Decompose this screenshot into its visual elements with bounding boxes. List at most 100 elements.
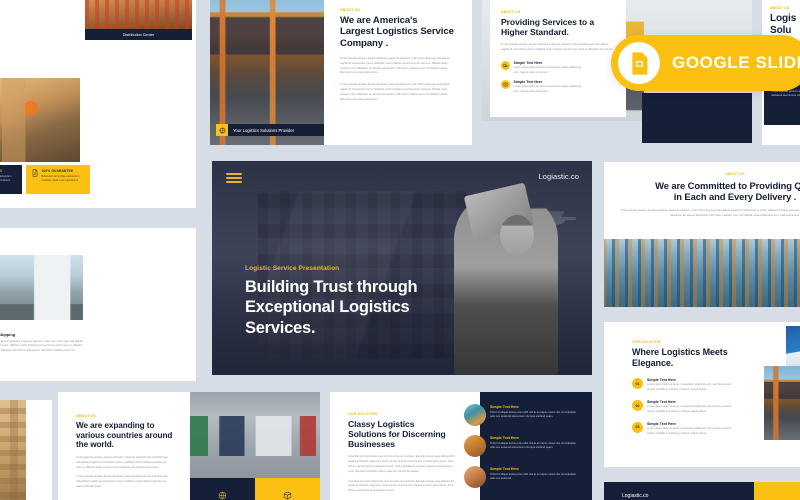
truck-icon xyxy=(501,60,510,70)
classy-item-desc: Tortor id aliquet lectus proin nibh nisl… xyxy=(490,410,576,419)
google-slide-badge[interactable]: GOOGLE SLIDE xyxy=(611,35,800,91)
classy-item-desc: Tortor id aliquet lectus proin nibh nisl… xyxy=(490,472,576,481)
feature-desc: Lorem ipsum dolor sit amet consectetur m… xyxy=(513,84,582,93)
tagline-bar: Your Logistics Solutions Provider xyxy=(216,124,324,136)
slide-committed-quality[interactable]: ABOUT US We are Committed to Providing Q… xyxy=(604,162,800,307)
badge-label: GOOGLE SLIDE xyxy=(672,53,800,72)
google-slides-document-icon xyxy=(631,51,647,75)
classy-item-thumb xyxy=(464,435,486,457)
classy-item-title: Simple Text Here xyxy=(490,467,519,471)
america-title-2: Largest Logistics Service xyxy=(340,26,454,38)
slide-largest-logistics-company[interactable]: Your Logistics Solutions Provider ABOUT … xyxy=(210,0,472,145)
standard-paragraph: Turpis egestas pretium aenean pharetra m… xyxy=(501,43,614,52)
classy-paragraph-2: Imperdiet proin fermentum leo vel orci p… xyxy=(348,479,455,493)
key-card-guarantee-desc: Bibendum arcu vitae elementum curabitur … xyxy=(41,174,80,182)
hero-logo[interactable]: Logiastic.co xyxy=(538,172,579,181)
committed-eyebrow: ABOUT US xyxy=(725,172,745,176)
standard-title-1: Providing Services to a xyxy=(501,17,595,27)
hero-title-line-1: Building Trust through xyxy=(245,277,418,296)
international-shipping-paragraph: Turpis egestas pretium aenean pharetra m… xyxy=(0,339,83,353)
expanding-title-1: We are expanding to xyxy=(76,421,155,430)
slide-classy-logistics[interactable]: OUR SOLUTION Classy Logistics Solutions … xyxy=(330,392,592,500)
elegance-item-desc: Lorem ipsum dolor sit amet, consectetur … xyxy=(647,383,732,392)
expanding-title-3: the world. xyxy=(76,440,114,450)
expanding-paragraph-1: Turpis egestas pretium aenean pharetra m… xyxy=(76,456,168,469)
classy-item-thumb xyxy=(464,404,486,426)
slide-hero-building-trust[interactable]: Logiastic.co Logistic Service Presentati… xyxy=(212,161,592,375)
photo-stacked-boxes xyxy=(0,400,26,500)
expanding-paragraph-2: Turpis egestas pretium aenean pharetra m… xyxy=(76,475,168,488)
classy-title-3: Businesses xyxy=(348,439,395,450)
committed-title-2: in Each and Every Delivery . xyxy=(673,191,797,203)
classy-eyebrow: OUR SOLUTION xyxy=(348,412,378,416)
slide-footer-strip[interactable]: Logiastic.co xyxy=(604,482,800,500)
key-card-easy-tracking-desc: Bibendum arcu vitae elementum curabitur … xyxy=(0,174,12,182)
classy-title-2: Solutions for Discerning xyxy=(348,429,446,440)
feature-desc: Lorem ipsum dolor sit amet consectetur m… xyxy=(513,66,582,74)
classy-dark-panel: Simple Text Here Tortor id aliquet lectu… xyxy=(464,392,592,500)
footer-yellow-block xyxy=(754,482,800,500)
globe-grid-icon xyxy=(216,124,228,136)
key-card-guarantee[interactable]: 100% GUARANTEE Bibendum arcu vitae eleme… xyxy=(26,165,90,194)
standard-eyebrow: ABOUT US xyxy=(501,10,521,14)
photo-crane-small xyxy=(764,366,800,440)
feature-title: Simple Text Here xyxy=(513,60,543,65)
feature-row[interactable]: Simple Text Here Lorem ipsum dolor sit a… xyxy=(501,79,615,95)
slide-boxes-partial[interactable] xyxy=(0,400,52,500)
photo-container-yard xyxy=(190,392,320,478)
hero-title-line-2: Exceptional Logistics xyxy=(245,298,410,317)
key-card-guarantee-title: 100% GUARANTEE xyxy=(41,169,74,173)
package-icon xyxy=(283,491,292,499)
slide-expanding-countries[interactable]: ABOUT US We are expanding to various cou… xyxy=(58,392,320,500)
expanding-eyebrow: ABOUT US xyxy=(76,414,96,418)
elegance-title-2: Elegance. xyxy=(632,357,674,368)
package-icon xyxy=(501,79,510,89)
key-card-easy-tracking-title: EASY TRACKING xyxy=(0,169,3,173)
elegance-item-title: Simple Text Here xyxy=(647,400,676,404)
elegance-item-number: 03 xyxy=(632,421,643,433)
elegance-eyebrow: OUR SOLUTION xyxy=(632,340,661,344)
hero-title-line-3: Services. xyxy=(245,319,316,338)
america-title-3: Company . xyxy=(340,37,389,49)
classy-item-desc: Tortor id aliquet lectus proin nibh nisl… xyxy=(490,441,576,450)
solutions-title-1: Logis xyxy=(770,13,797,24)
hero-eyebrow: Logistic Service Presentation xyxy=(245,264,340,272)
footer-logo: Logiastic.co xyxy=(622,493,649,499)
solutions-eyebrow: ABOUT US xyxy=(770,6,790,10)
tagline-text: Your Logistics Solutions Provider xyxy=(228,124,324,136)
international-shipping-title: International Shipping xyxy=(0,332,16,337)
classy-item-thumb xyxy=(464,466,486,488)
photo-warehouse-worker xyxy=(0,78,80,162)
key-card-easy-tracking[interactable]: EASY TRACKING Bibendum arcu vitae elemen… xyxy=(0,165,22,194)
elegance-item-title: Simple Text Here xyxy=(647,421,676,426)
committed-paragraph: Turpis egestas pretium aenean pharetra m… xyxy=(620,209,800,217)
classy-item-title: Simple Text Here xyxy=(490,405,519,409)
slide-template-preview-board: Distribution Center Transportation Turpi… xyxy=(0,0,800,500)
elegance-item-title: Simple Text Here xyxy=(647,378,676,383)
higher-standard-dark-block xyxy=(642,93,752,143)
elegance-item-number: 02 xyxy=(632,400,643,411)
slide-logistics-elegance[interactable]: OUR SOLUTION Where Logistics Meets Elega… xyxy=(604,322,800,467)
elegance-item-number: 01 xyxy=(632,378,643,390)
caption-distribution-center: Distribution Center xyxy=(85,29,192,40)
america-paragraph-1: Turpis egestas pretium aenean pharetra m… xyxy=(340,56,450,75)
hamburger-menu-icon[interactable] xyxy=(226,173,242,183)
photo-port-crane: Your Logistics Solutions Provider xyxy=(210,0,324,145)
feature-row[interactable]: Simple Text Here Lorem ipsum dolor sit a… xyxy=(501,60,615,76)
america-title-1: We are America's xyxy=(340,15,418,26)
stat-delivered-packages[interactable]: 15M DELIVERED PACKAGE xyxy=(255,478,320,500)
stat-countries[interactable]: 120 COUNTRIES xyxy=(190,478,255,500)
slide-service-every-delivery[interactable]: ervice or Every livery . t pharetra magn… xyxy=(0,68,196,208)
classy-title-1: Classy Logistics xyxy=(348,419,415,429)
committed-title-1: We are Committed to Providing Qual xyxy=(655,180,800,191)
classy-paragraph-1: Imperdiet proin fermentum leo vel orci p… xyxy=(348,455,455,473)
feature-title: Simple Text Here xyxy=(513,79,543,84)
america-eyebrow: ABOUT US xyxy=(340,8,360,12)
standard-title-2: Higher Standard. xyxy=(501,27,569,38)
photo-delivery-van xyxy=(0,255,83,320)
hero-person-carrying-box xyxy=(454,193,558,375)
slide-reliable-choice[interactable]: le Choice ing Your High ons. Internation… xyxy=(0,228,196,381)
photo-warehouse-racks xyxy=(604,239,800,307)
hero-copy-block: Logistic Service Presentation Building T… xyxy=(245,264,418,339)
document-icon xyxy=(32,169,37,177)
